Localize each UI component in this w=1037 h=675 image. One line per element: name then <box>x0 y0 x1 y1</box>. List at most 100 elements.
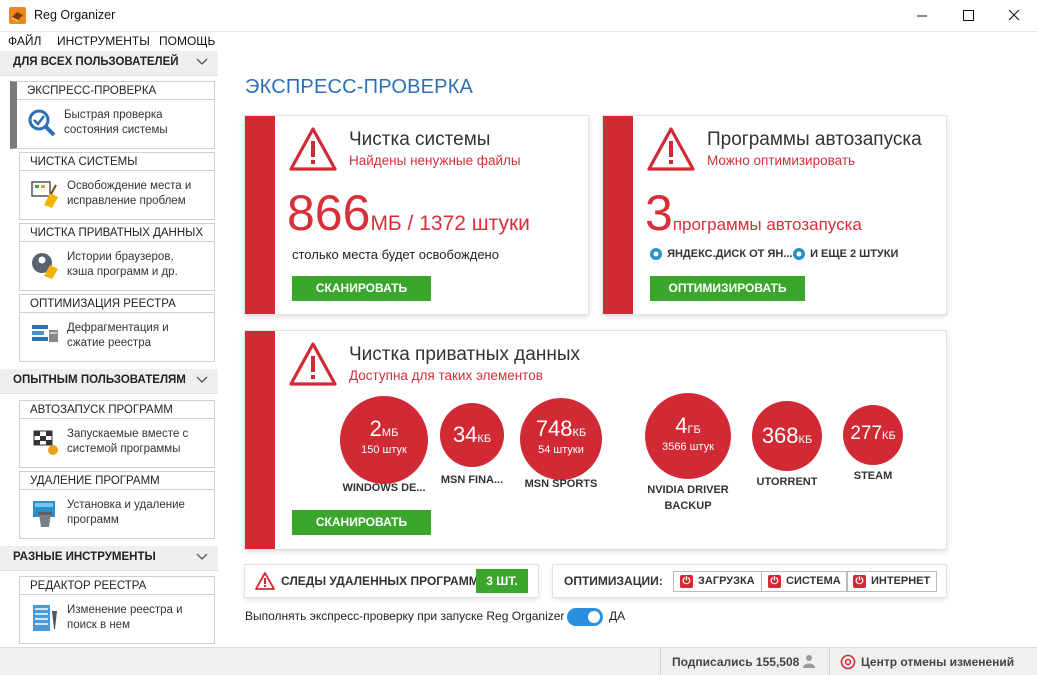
data-circle[interactable]: 277КБ <box>843 405 903 465</box>
main-content: ЭКСПРЕСС-ПРОВЕРКА Чистка системы Найдены… <box>222 51 1037 646</box>
circle-unit: КБ <box>882 430 896 442</box>
optim-label: ОПТИМИЗАЦИИ: <box>564 574 663 588</box>
close-icon <box>1008 9 1020 21</box>
divider <box>660 648 661 675</box>
app-icon <box>9 7 26 24</box>
circle-unit: МБ <box>381 427 399 439</box>
circle-unit: ГБ <box>687 424 701 436</box>
power-icon: ⏻ <box>768 575 781 588</box>
data-circle[interactable]: 4ГБ 3566 штук <box>645 393 731 479</box>
circle-label: MSN SPORTS <box>524 478 598 490</box>
autorun-item-more[interactable]: И ЕЩЕ 2 ШТУКИ <box>791 246 898 262</box>
private-data-icon <box>32 253 58 279</box>
sidebar-item-desc2: кэша программ и др. <box>67 266 178 278</box>
data-circle[interactable]: 368КБ <box>752 401 822 471</box>
sidebar-item-desc1: Дефрагментация и <box>67 322 169 334</box>
chevron-down-icon <box>196 376 208 383</box>
optim-chip-internet[interactable]: ⏻ ИНТЕРНЕТ <box>846 571 938 592</box>
sidebar-item-uninstall[interactable]: УДАЛЕНИЕ ПРОГРАММ Установка и удаление пр… <box>19 471 215 539</box>
menu-tools[interactable]: ИНСТРУМЕНТЫ <box>57 34 150 48</box>
subscribers-count[interactable]: Подписались 155,508 <box>672 655 799 669</box>
big-suffix: МБ / 1372 штуки <box>370 212 530 235</box>
sidebar-item-desc2: системой программы <box>67 443 181 455</box>
scan-button[interactable]: СКАНИРОВАТЬ <box>292 276 431 301</box>
circle-value: 748 <box>535 416 573 441</box>
traces-count-badge[interactable]: 3 ШТ. <box>476 569 528 593</box>
undo-center-icon <box>840 654 856 670</box>
optim-chip-system[interactable]: ⏻ СИСТЕМА <box>761 571 848 592</box>
sidebar-item-desc2: состояния системы <box>64 124 168 136</box>
sidebar-item-autorun[interactable]: АВТОЗАПУСК ПРОГРАММ Запускаемые вместе с… <box>19 400 215 468</box>
sidebar-item-express-check[interactable]: ЭКСПРЕСС-ПРОВЕРКА Быстрая проверка состоя… <box>10 81 215 149</box>
sidebar-item-desc2: исправление проблем <box>67 195 186 207</box>
divider <box>829 648 830 675</box>
menu-help[interactable]: ПОМОЩЬ <box>159 34 215 48</box>
registry-defrag-icon <box>32 325 58 342</box>
big-value: 866 <box>287 185 371 241</box>
data-circle[interactable]: 748КБ 54 штуки <box>520 398 602 480</box>
traces-box[interactable]: СЛЕДЫ УДАЛЕННЫХ ПРОГРАММ 3 ШТ. <box>245 565 538 597</box>
maximize-icon <box>963 10 974 21</box>
menu-file[interactable]: ФАЙЛ <box>8 34 41 48</box>
circle-label: UTORRENT <box>756 476 818 488</box>
group-advanced-users[interactable]: ОПЫТНЫМ ПОЛЬЗОВАТЕЛЯМ <box>0 369 218 394</box>
warning-icon <box>647 127 695 171</box>
big-value: 3 <box>645 185 673 241</box>
autorun-item-1[interactable]: ЯНДЕКС.ДИСК ОТ ЯН... <box>648 246 792 262</box>
group-misc-tools[interactable]: РАЗНЫЕ ИНСТРУМЕНТЫ <box>0 546 218 571</box>
circle-unit: КБ <box>798 434 813 446</box>
maximize-button[interactable] <box>945 0 991 32</box>
sidebar-item-desc2: поиск в нем <box>67 619 130 631</box>
user-icon <box>803 655 815 668</box>
chevron-down-icon <box>196 58 208 65</box>
sidebar-item-desc2: программ <box>67 514 119 526</box>
sidebar-item-system-clean[interactable]: ЧИСТКА СИСТЕМЫ Освобождение места и испра… <box>19 152 215 220</box>
circle-value: 368 <box>761 423 799 448</box>
close-button[interactable] <box>991 0 1037 32</box>
toggle-knob <box>588 611 600 623</box>
circle-label: NVIDIA DRIVER BACKUP <box>647 484 729 512</box>
panel-title: Программы автозапуска <box>707 129 922 150</box>
autostart-toggle[interactable] <box>567 608 603 626</box>
sidebar-item-desc1: Запускаемые вместе с <box>67 428 189 440</box>
panel-accent-bar <box>603 116 633 314</box>
autorun-panel: Программы автозапуска Можно оптимизирова… <box>603 116 946 314</box>
circle-unit: КБ <box>477 433 492 445</box>
sidebar-item-title: ЧИСТКА СИСТЕМЫ <box>20 153 214 171</box>
sidebar-item-title: ЭКСПРЕСС-ПРОВЕРКА <box>17 82 214 100</box>
toggle-caption: Выполнять экспресс-проверку при запуске … <box>245 609 565 623</box>
circle-sub: 3566 штук <box>662 441 714 453</box>
sidebar-item-title: ЧИСТКА ПРИВАТНЫХ ДАННЫХ <box>20 224 214 242</box>
uninstall-icon <box>33 501 55 527</box>
sidebar-item-desc1: Быстрая проверка <box>64 109 163 121</box>
sidebar-item-desc2: сжатие реестра <box>67 337 151 349</box>
circle-value: 2 <box>369 416 382 441</box>
scan-button[interactable]: СКАНИРОВАТЬ <box>292 510 431 535</box>
data-circle[interactable]: 2МБ 150 штук <box>340 396 428 484</box>
private-panel: Чистка приватных данных Доступна для так… <box>245 331 946 549</box>
sidebar-item-registry-editor[interactable]: РЕДАКТОР РЕЕСТРА Изменение реестра и поис… <box>19 576 215 644</box>
title-bar: Reg Organizer <box>0 0 1037 32</box>
data-circle[interactable]: 34КБ <box>440 403 504 467</box>
group-all-users[interactable]: ДЛЯ ВСЕХ ПОЛЬЗОВАТЕЛЕЙ <box>0 51 218 76</box>
sidebar-item-registry-optimize[interactable]: ОПТИМИЗАЦИЯ РЕЕСТРА Дефрагментация и сжат… <box>19 294 215 362</box>
undo-center-link[interactable]: Центр отмены изменений <box>861 655 1014 669</box>
gear-icon <box>793 248 805 260</box>
warning-icon <box>289 342 337 386</box>
sidebar-item-desc1: Установка и удаление <box>67 499 185 511</box>
minimize-button[interactable] <box>899 0 945 32</box>
optimize-button[interactable]: ОПТИМИЗИРОВАТЬ <box>650 276 805 301</box>
group-label: РАЗНЫЕ ИНСТРУМЕНТЫ <box>13 551 156 563</box>
toggle-value: ДА <box>609 609 626 623</box>
circle-sub: 54 штуки <box>538 444 584 456</box>
sidebar-item-title: РЕДАКТОР РЕЕСТРА <box>20 577 214 595</box>
magnifier-check-icon <box>28 109 56 137</box>
panel-subtitle: Найдены ненужные файлы <box>349 153 521 168</box>
sidebar-item-private-clean[interactable]: ЧИСТКА ПРИВАТНЫХ ДАННЫХ Истории браузеро… <box>19 223 215 291</box>
panel-title: Чистка приватных данных <box>349 344 580 365</box>
chevron-down-icon <box>196 553 208 560</box>
sidebar-item-title: АВТОЗАПУСК ПРОГРАММ <box>20 401 214 419</box>
optim-chip-boot[interactable]: ⏻ ЗАГРУЗКА <box>673 571 762 592</box>
circle-sub: 150 штук <box>361 444 407 456</box>
chip-label: ЗАГРУЗКА <box>698 575 755 587</box>
